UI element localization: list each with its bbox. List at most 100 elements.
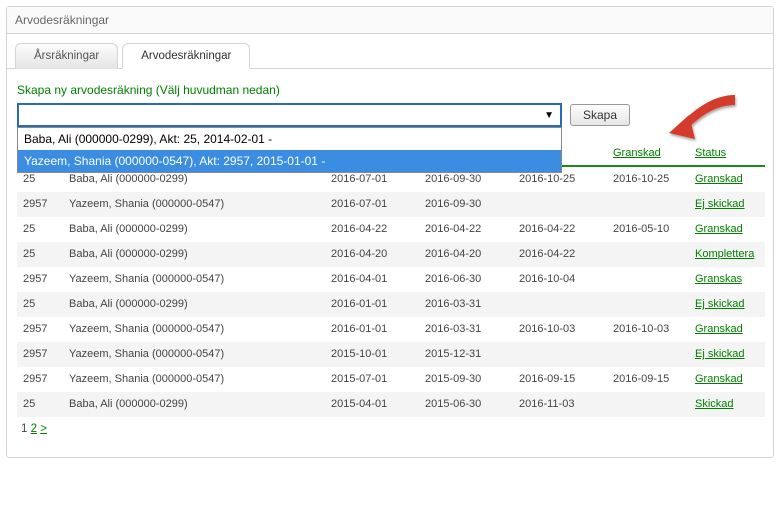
cell-name: Baba, Ali (000000-0299) — [63, 217, 325, 242]
table-row[interactable]: 2957Yazeem, Shania (000000-0547)2016-04-… — [17, 267, 765, 292]
cell-name: Baba, Ali (000000-0299) — [63, 392, 325, 417]
cell-akt: 2957 — [17, 317, 63, 342]
sort-status[interactable]: Status — [695, 147, 726, 159]
cell-status: Komplettera — [689, 242, 765, 267]
cell-akt: 25 — [17, 217, 63, 242]
cell-sent: 2016-04-22 — [513, 217, 607, 242]
create-label: Skapa ny arvodesräkning (Välj huvudman n… — [17, 83, 763, 97]
cell-sent: 2016-10-04 — [513, 267, 607, 292]
cell-akt: 2957 — [17, 367, 63, 392]
tab-fee[interactable]: Arvodesräkningar — [122, 43, 250, 69]
cell-name: Yazeem, Shania (000000-0547) — [63, 192, 325, 217]
status-link[interactable]: Granskad — [695, 323, 743, 335]
cell-akt: 25 — [17, 242, 63, 267]
cell-from: 2015-07-01 — [325, 367, 419, 392]
cell-status: Granskad — [689, 367, 765, 392]
cell-status: Granskas — [689, 267, 765, 292]
principal-dropdown: Baba, Ali (000000-0299), Akt: 25, 2014-0… — [17, 127, 562, 173]
cell-rev — [607, 342, 689, 367]
table-row[interactable]: 25Baba, Ali (000000-0299)2015-04-012015-… — [17, 392, 765, 417]
tab-content: Skapa ny arvodesräkning (Välj huvudman n… — [7, 69, 773, 457]
cell-from: 2015-04-01 — [325, 392, 419, 417]
cell-rev: 2016-09-15 — [607, 367, 689, 392]
pager-next[interactable]: > — [40, 423, 47, 435]
status-link[interactable]: Granskad — [695, 223, 743, 235]
cell-from: 2015-10-01 — [325, 342, 419, 367]
principal-select-wrap: ▼ Baba, Ali (000000-0299), Akt: 25, 2014… — [17, 103, 562, 127]
status-link[interactable]: Ej skickad — [695, 348, 745, 360]
cell-sent: 2016-04-22 — [513, 242, 607, 267]
tab-bar: Årsräkningar Arvodesräkningar — [7, 34, 773, 69]
cell-rev — [607, 392, 689, 417]
cell-from: 2016-07-01 — [325, 192, 419, 217]
cell-sent: 2016-09-15 — [513, 367, 607, 392]
cell-status: Granskad — [689, 166, 765, 192]
cell-rev: 2016-10-25 — [607, 166, 689, 192]
cell-status: Skickad — [689, 392, 765, 417]
create-button[interactable]: Skapa — [570, 104, 630, 126]
cell-tom: 2016-04-22 — [419, 217, 513, 242]
cell-status: Granskad — [689, 217, 765, 242]
cell-akt: 25 — [17, 392, 63, 417]
cell-rev — [607, 292, 689, 317]
table-row[interactable]: 2957Yazeem, Shania (000000-0547)2015-10-… — [17, 342, 765, 367]
dropdown-option[interactable]: Baba, Ali (000000-0299), Akt: 25, 2014-0… — [18, 128, 561, 150]
cell-name: Baba, Ali (000000-0299) — [63, 292, 325, 317]
pager-current: 1 — [21, 423, 27, 435]
cell-akt: 2957 — [17, 192, 63, 217]
cell-tom: 2016-03-31 — [419, 292, 513, 317]
table-row[interactable]: 25Baba, Ali (000000-0299)2016-04-222016-… — [17, 217, 765, 242]
create-row: ▼ Baba, Ali (000000-0299), Akt: 25, 2014… — [17, 103, 763, 127]
cell-sent: 2016-10-03 — [513, 317, 607, 342]
status-link[interactable]: Granskas — [695, 273, 742, 285]
table-row[interactable]: 2957Yazeem, Shania (000000-0547)2016-01-… — [17, 317, 765, 342]
cell-name: Baba, Ali (000000-0299) — [63, 242, 325, 267]
table-row[interactable]: 2957Yazeem, Shania (000000-0547)2015-07-… — [17, 367, 765, 392]
status-link[interactable]: Granskad — [695, 373, 743, 385]
status-link[interactable]: Komplettera — [695, 248, 754, 260]
col-reviewed: Granskad — [607, 141, 689, 166]
status-link[interactable]: Ej skickad — [695, 298, 745, 310]
sort-reviewed[interactable]: Granskad — [613, 147, 661, 159]
cell-sent — [513, 342, 607, 367]
cell-tom: 2016-03-31 — [419, 317, 513, 342]
cell-status: Ej skickad — [689, 342, 765, 367]
cell-status: Granskad — [689, 317, 765, 342]
cell-rev: 2016-10-03 — [607, 317, 689, 342]
tab-annual[interactable]: Årsräkningar — [15, 43, 118, 69]
table-row[interactable]: 25Baba, Ali (000000-0299)2016-04-202016-… — [17, 242, 765, 267]
pager: 1 2 > — [17, 417, 763, 441]
panel-title: Arvodesräkningar — [7, 7, 773, 34]
cell-from: 2016-04-20 — [325, 242, 419, 267]
cell-tom: 2016-04-20 — [419, 242, 513, 267]
principal-select[interactable]: ▼ — [17, 103, 562, 127]
status-link[interactable]: Ej skickad — [695, 198, 745, 210]
fee-table: Skickad Granskad Status 25Baba, Ali (000… — [17, 141, 765, 417]
cell-name: Yazeem, Shania (000000-0547) — [63, 267, 325, 292]
cell-from: 2016-04-22 — [325, 217, 419, 242]
status-link[interactable]: Granskad — [695, 173, 743, 185]
cell-tom: 2016-06-30 — [419, 267, 513, 292]
cell-rev — [607, 242, 689, 267]
cell-tom: 2015-06-30 — [419, 392, 513, 417]
cell-status: Ej skickad — [689, 292, 765, 317]
cell-name: Yazeem, Shania (000000-0547) — [63, 342, 325, 367]
dropdown-option[interactable]: Yazeem, Shania (000000-0547), Akt: 2957,… — [18, 150, 561, 172]
arrow-icon — [665, 89, 743, 145]
fee-panel: Arvodesräkningar Årsräkningar Arvodesräk… — [6, 6, 774, 458]
cell-akt: 2957 — [17, 267, 63, 292]
cell-rev: 2016-05-10 — [607, 217, 689, 242]
cell-status: Ej skickad — [689, 192, 765, 217]
cell-name: Yazeem, Shania (000000-0547) — [63, 317, 325, 342]
status-link[interactable]: Skickad — [695, 398, 734, 410]
cell-sent — [513, 192, 607, 217]
table-row[interactable]: 2957Yazeem, Shania (000000-0547)2016-07-… — [17, 192, 765, 217]
cell-sent — [513, 292, 607, 317]
cell-from: 2016-01-01 — [325, 292, 419, 317]
cell-from: 2016-04-01 — [325, 267, 419, 292]
table-row[interactable]: 25Baba, Ali (000000-0299)2016-01-012016-… — [17, 292, 765, 317]
pager-page-2[interactable]: 2 — [31, 423, 37, 435]
cell-tom: 2015-12-31 — [419, 342, 513, 367]
cell-tom: 2015-09-30 — [419, 367, 513, 392]
cell-rev — [607, 267, 689, 292]
